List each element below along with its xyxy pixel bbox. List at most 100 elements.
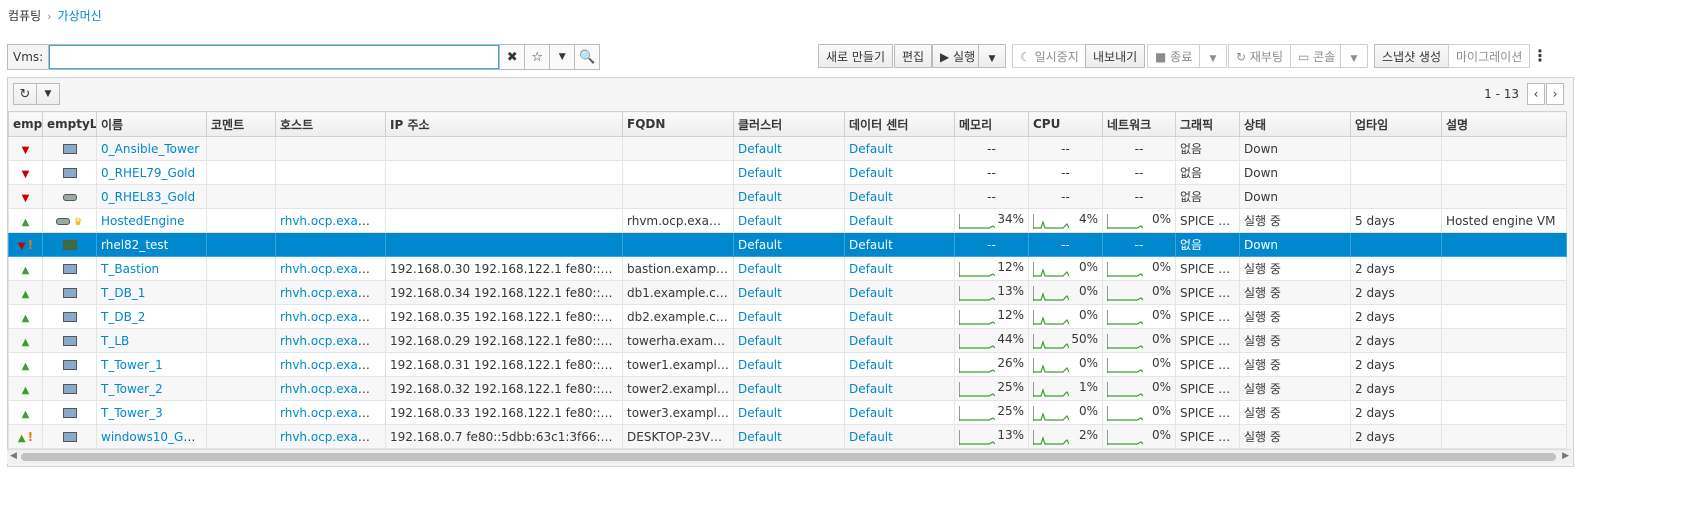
- refresh-icon[interactable]: ↻: [13, 83, 37, 105]
- datacenter-link[interactable]: Default: [849, 142, 893, 156]
- console-dropdown-button[interactable]: ▼: [1340, 44, 1368, 68]
- datacenter-link[interactable]: Default: [849, 406, 893, 420]
- host-link[interactable]: rhvh.ocp.example.com: [280, 406, 385, 420]
- cluster-link[interactable]: Default: [738, 358, 782, 372]
- search-input[interactable]: [49, 45, 500, 69]
- datacenter-link[interactable]: Default: [849, 190, 893, 204]
- console-button[interactable]: ▭ 콘솔: [1290, 44, 1344, 68]
- column-header[interactable]: 호스트: [275, 111, 386, 137]
- table-row[interactable]: ▲ T_Tower_1 rhvh.ocp.example.com192.168.0.…: [8, 352, 1567, 377]
- vm-name-link[interactable]: 0_RHEL83_Gold: [101, 190, 195, 204]
- table-row[interactable]: ▲ T_DB_2 rhvh.ocp.example.com192.168.0.35 …: [8, 304, 1567, 329]
- kebab-menu-icon[interactable]: ⋮: [1532, 46, 1548, 65]
- datacenter-link[interactable]: Default: [849, 358, 893, 372]
- shutdown-dropdown-button[interactable]: ▼: [1199, 44, 1227, 68]
- column-header[interactable]: empt: [8, 111, 43, 137]
- vm-name-link[interactable]: T_DB_1: [101, 286, 145, 300]
- column-header[interactable]: 설명: [1441, 111, 1567, 137]
- prev-page-button[interactable]: ‹: [1527, 83, 1545, 105]
- host-link[interactable]: rhvh.ocp.example.com: [280, 430, 385, 444]
- clear-search-icon[interactable]: ✖: [499, 45, 525, 69]
- table-row[interactable]: ▲ T_Tower_2 rhvh.ocp.example.com192.168.0.…: [8, 376, 1567, 401]
- reboot-button[interactable]: ↻ 재부팅: [1228, 44, 1292, 68]
- datacenter-link[interactable]: Default: [849, 430, 893, 444]
- run-button[interactable]: ▶ 실행: [932, 44, 981, 68]
- vm-name-link[interactable]: windows10_Guest: [101, 430, 206, 444]
- table-row[interactable]: ▲ T_Bastion rhvh.ocp.example.com192.168.0.…: [8, 256, 1567, 281]
- cluster-link[interactable]: Default: [738, 406, 782, 420]
- host-link[interactable]: rhvh.ocp.example.com: [280, 382, 385, 396]
- table-row[interactable]: ▼ 0_Ansible_Tower Default Default -- -- -- 없음 Do…: [8, 136, 1567, 161]
- datacenter-link[interactable]: Default: [849, 238, 893, 252]
- cluster-link[interactable]: Default: [738, 286, 782, 300]
- column-header[interactable]: 그래픽: [1175, 111, 1240, 137]
- scroll-right-icon[interactable]: ▶: [1562, 451, 1569, 461]
- vm-name-link[interactable]: rhel82_test: [101, 238, 168, 252]
- table-row[interactable]: ▼! rhel82_test Default Default -- -- -- 없음 Down: [8, 232, 1567, 257]
- chevron-down-icon[interactable]: ▼: [549, 45, 575, 69]
- edit-button[interactable]: 편집: [894, 44, 933, 68]
- cluster-link[interactable]: Default: [738, 142, 782, 156]
- scrollbar-thumb[interactable]: [21, 453, 1556, 461]
- column-header[interactable]: FQDN: [622, 111, 734, 137]
- host-link[interactable]: rhvh.ocp.example.com: [280, 358, 385, 372]
- run-dropdown-button[interactable]: ▼: [978, 44, 1006, 68]
- cluster-link[interactable]: Default: [738, 238, 782, 252]
- datacenter-link[interactable]: Default: [849, 166, 893, 180]
- host-link[interactable]: rhvh.ocp.example.com: [280, 214, 385, 228]
- host-link[interactable]: rhvh.ocp.example.com: [280, 286, 385, 300]
- migrate-button[interactable]: 마이그레이션: [1448, 44, 1531, 68]
- cluster-link[interactable]: Default: [738, 262, 782, 276]
- datacenter-link[interactable]: Default: [849, 262, 893, 276]
- vm-name-link[interactable]: 0_RHEL79_Gold: [101, 166, 195, 180]
- cluster-link[interactable]: Default: [738, 310, 782, 324]
- cluster-link[interactable]: Default: [738, 214, 782, 228]
- column-header[interactable]: 네트워크: [1102, 111, 1176, 137]
- search-icon[interactable]: 🔍: [574, 45, 600, 69]
- vm-name-link[interactable]: T_DB_2: [101, 310, 145, 324]
- export-button[interactable]: 내보내기: [1085, 44, 1146, 68]
- datacenter-link[interactable]: Default: [849, 286, 893, 300]
- datacenter-link[interactable]: Default: [849, 334, 893, 348]
- host-link[interactable]: rhvh.ocp.example.com: [280, 262, 385, 276]
- cluster-link[interactable]: Default: [738, 334, 782, 348]
- column-header[interactable]: 코멘트: [206, 111, 276, 137]
- column-header[interactable]: 업타임: [1350, 111, 1442, 137]
- table-row[interactable]: ▼ 0_RHEL83_Gold Default Default -- -- -- 없음 Down: [8, 184, 1567, 209]
- pause-button[interactable]: ☾ 일시중지: [1012, 44, 1087, 68]
- table-row[interactable]: ▲ T_DB_1 rhvh.ocp.example.com192.168.0.34 …: [8, 280, 1567, 305]
- vm-name-link[interactable]: T_Tower_2: [101, 382, 163, 396]
- shutdown-button[interactable]: ■ 종료: [1147, 44, 1201, 68]
- column-header[interactable]: CPU: [1028, 111, 1103, 137]
- breadcrumb-compute[interactable]: 컴퓨팅: [8, 9, 41, 23]
- datacenter-link[interactable]: Default: [849, 310, 893, 324]
- cluster-link[interactable]: Default: [738, 382, 782, 396]
- create-snapshot-button[interactable]: 스냅샷 생성: [1374, 44, 1450, 68]
- table-row[interactable]: ▲ ♛ HostedEngine rhvh.ocp.example.com rhvm.…: [8, 208, 1567, 233]
- vm-name-link[interactable]: T_LB: [101, 334, 129, 348]
- cluster-link[interactable]: Default: [738, 190, 782, 204]
- column-header[interactable]: 이름: [96, 111, 207, 137]
- cluster-link[interactable]: Default: [738, 166, 782, 180]
- host-link[interactable]: rhvh.ocp.example.com: [280, 334, 385, 348]
- bookmark-star-icon[interactable]: ☆: [524, 45, 550, 69]
- horizontal-scrollbar[interactable]: ◀ ▶: [7, 449, 1572, 464]
- column-header[interactable]: emptyLis: [42, 111, 97, 137]
- table-row[interactable]: ▲! windows10_Guest rhvh.ocp.example.com192…: [8, 424, 1567, 449]
- vm-name-link[interactable]: 0_Ansible_Tower: [101, 142, 199, 156]
- table-row[interactable]: ▲ T_Tower_3 rhvh.ocp.example.com192.168.0.…: [8, 400, 1567, 425]
- column-header[interactable]: IP 주소: [385, 111, 623, 137]
- table-row[interactable]: ▼ 0_RHEL79_Gold Default Default -- -- -- 없음 Down: [8, 160, 1567, 185]
- table-row[interactable]: ▲ T_LB rhvh.ocp.example.com192.168.0.29 19…: [8, 328, 1567, 353]
- column-header[interactable]: 메모리: [954, 111, 1029, 137]
- column-header[interactable]: 클러스터: [733, 111, 845, 137]
- scroll-left-icon[interactable]: ◀: [10, 451, 17, 461]
- cluster-link[interactable]: Default: [738, 430, 782, 444]
- vm-name-link[interactable]: HostedEngine: [101, 214, 184, 228]
- chevron-down-icon[interactable]: ▼: [36, 83, 60, 105]
- next-page-button[interactable]: ›: [1546, 83, 1564, 105]
- new-button[interactable]: 새로 만들기: [818, 44, 894, 68]
- datacenter-link[interactable]: Default: [849, 214, 893, 228]
- datacenter-link[interactable]: Default: [849, 382, 893, 396]
- column-header[interactable]: 상태: [1239, 111, 1351, 137]
